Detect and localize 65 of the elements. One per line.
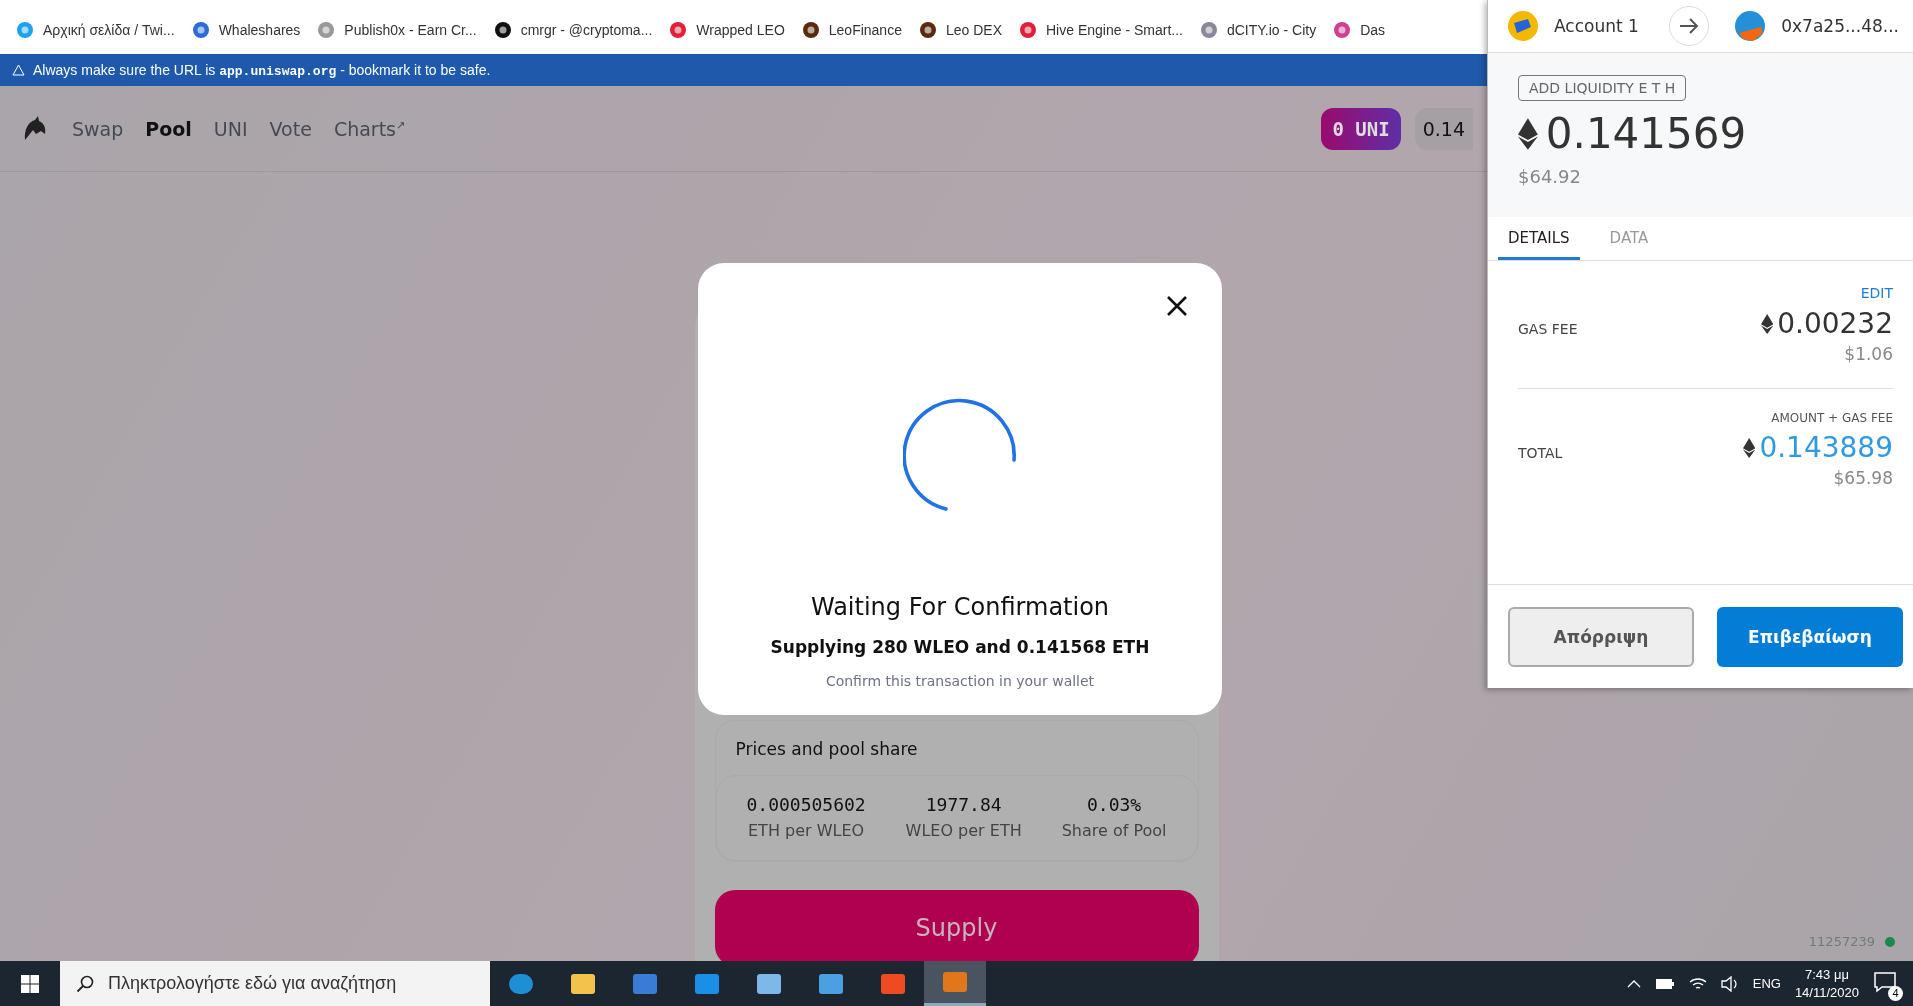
transaction-amount: 0.141569	[1518, 109, 1747, 158]
nav-link[interactable]: Pool	[145, 117, 192, 140]
search-icon	[76, 974, 94, 993]
windows-icon	[21, 974, 39, 993]
bookmark-link[interactable]: LeoFinance	[801, 21, 902, 39]
bookmark-link[interactable]: Αρχική σελίδα / Twi...	[16, 21, 175, 39]
dialog-hint: Confirm this transaction in your wallet	[825, 673, 1095, 689]
total-label: TOTAL	[1518, 445, 1563, 461]
status-dot	[1885, 936, 1895, 947]
nav-link[interactable]: UNI	[213, 117, 248, 140]
speaker-icon[interactable]	[1720, 975, 1739, 992]
bookmark-link[interactable]: Hive Engine - Smart...	[1019, 21, 1183, 39]
confirm-button[interactable]: Επιβεβαίωση	[1717, 606, 1903, 667]
from-account[interactable]: Account 1	[1554, 16, 1639, 36]
action-tag: ADD LIQUIDITY E T H	[1518, 75, 1687, 101]
stat-label: Share of Pool	[1061, 821, 1167, 840]
account-avatar-icon	[1508, 11, 1538, 41]
stat-label: WLEO per ETH	[905, 821, 1022, 840]
reject-button[interactable]: Απόρριψη	[1508, 606, 1694, 667]
ethereum-icon	[1760, 313, 1774, 334]
block-number: 11257239	[1808, 934, 1875, 949]
clock[interactable]: 7:43 μμ 14/11/2020	[1794, 965, 1859, 1002]
ethereum-icon	[1518, 117, 1538, 150]
gas-fee-fiat: $1.06	[1844, 344, 1893, 364]
nav-link[interactable]: Swap	[72, 117, 124, 140]
tab[interactable]: DETAILS	[1498, 217, 1580, 260]
search-field[interactable]: Πληκτρολογήστε εδώ για αναζήτηση	[60, 961, 490, 1006]
stat-value: 0.03%	[1086, 794, 1142, 815]
bookmark-link[interactable]: Whaleshares	[191, 21, 301, 39]
bookmark-link[interactable]: Das	[1333, 21, 1386, 39]
to-address[interactable]: 0x7a25...48...	[1781, 16, 1899, 36]
contract-avatar-icon	[1735, 11, 1766, 41]
amount-fiat: $64.92	[1518, 166, 1581, 187]
nav-link[interactable]: Vote	[269, 117, 312, 140]
banner-text: Always make sure the URL is app.uniswap.org - bookmark it to be safe.	[33, 61, 491, 79]
wifi-icon[interactable]	[1688, 975, 1707, 992]
ethereum-icon	[1743, 437, 1756, 458]
chevron-up-icon[interactable]	[1626, 978, 1641, 989]
bookmark-link[interactable]: dCITY.io - City	[1199, 21, 1317, 39]
arrow-right-icon	[1679, 17, 1700, 35]
dialog-title: Waiting For Confirmation	[810, 593, 1110, 621]
uni-balance-badge[interactable]: 0 UNI	[1321, 107, 1401, 150]
gas-fee-label: GAS FEE	[1518, 321, 1578, 337]
total-value: 0.143889	[1743, 431, 1893, 464]
bookmark-link[interactable]: Wrapped LEO	[669, 21, 785, 39]
total-caption: AMOUNT + GAS FEE	[1771, 411, 1893, 425]
stat-value: 1977.84	[925, 794, 1002, 815]
total-fiat: $65.98	[1833, 468, 1893, 488]
loading-spinner-icon	[903, 397, 1017, 511]
eth-balance[interactable]: 0.14	[1414, 107, 1473, 150]
supply-button[interactable]: Supply	[714, 890, 1199, 961]
arrow-button[interactable]	[1669, 6, 1710, 46]
gas-fee-value: 0.00232	[1760, 307, 1893, 340]
dialog-detail: Supplying 280 WLEO and 0.141568 ETH	[770, 637, 1150, 657]
stat-label: ETH per WLEO	[748, 821, 865, 840]
bookmark-link[interactable]: Leo DEX	[918, 21, 1002, 39]
warning-icon	[12, 64, 25, 76]
nav-link[interactable]: Charts$^{↗}$	[333, 117, 406, 140]
battery-icon[interactable]	[1654, 977, 1675, 990]
section-title: Prices and pool share	[734, 738, 919, 761]
stat-value: 0.000505602	[746, 794, 866, 815]
bookmark-link[interactable]: cmrgr - @cryptoma...	[493, 21, 653, 39]
edit-link[interactable]: EDIT	[1860, 285, 1893, 301]
language-indicator[interactable]: ENG	[1752, 976, 1781, 991]
bookmark-link[interactable]: Publish0x - Earn Cr...	[317, 21, 477, 39]
